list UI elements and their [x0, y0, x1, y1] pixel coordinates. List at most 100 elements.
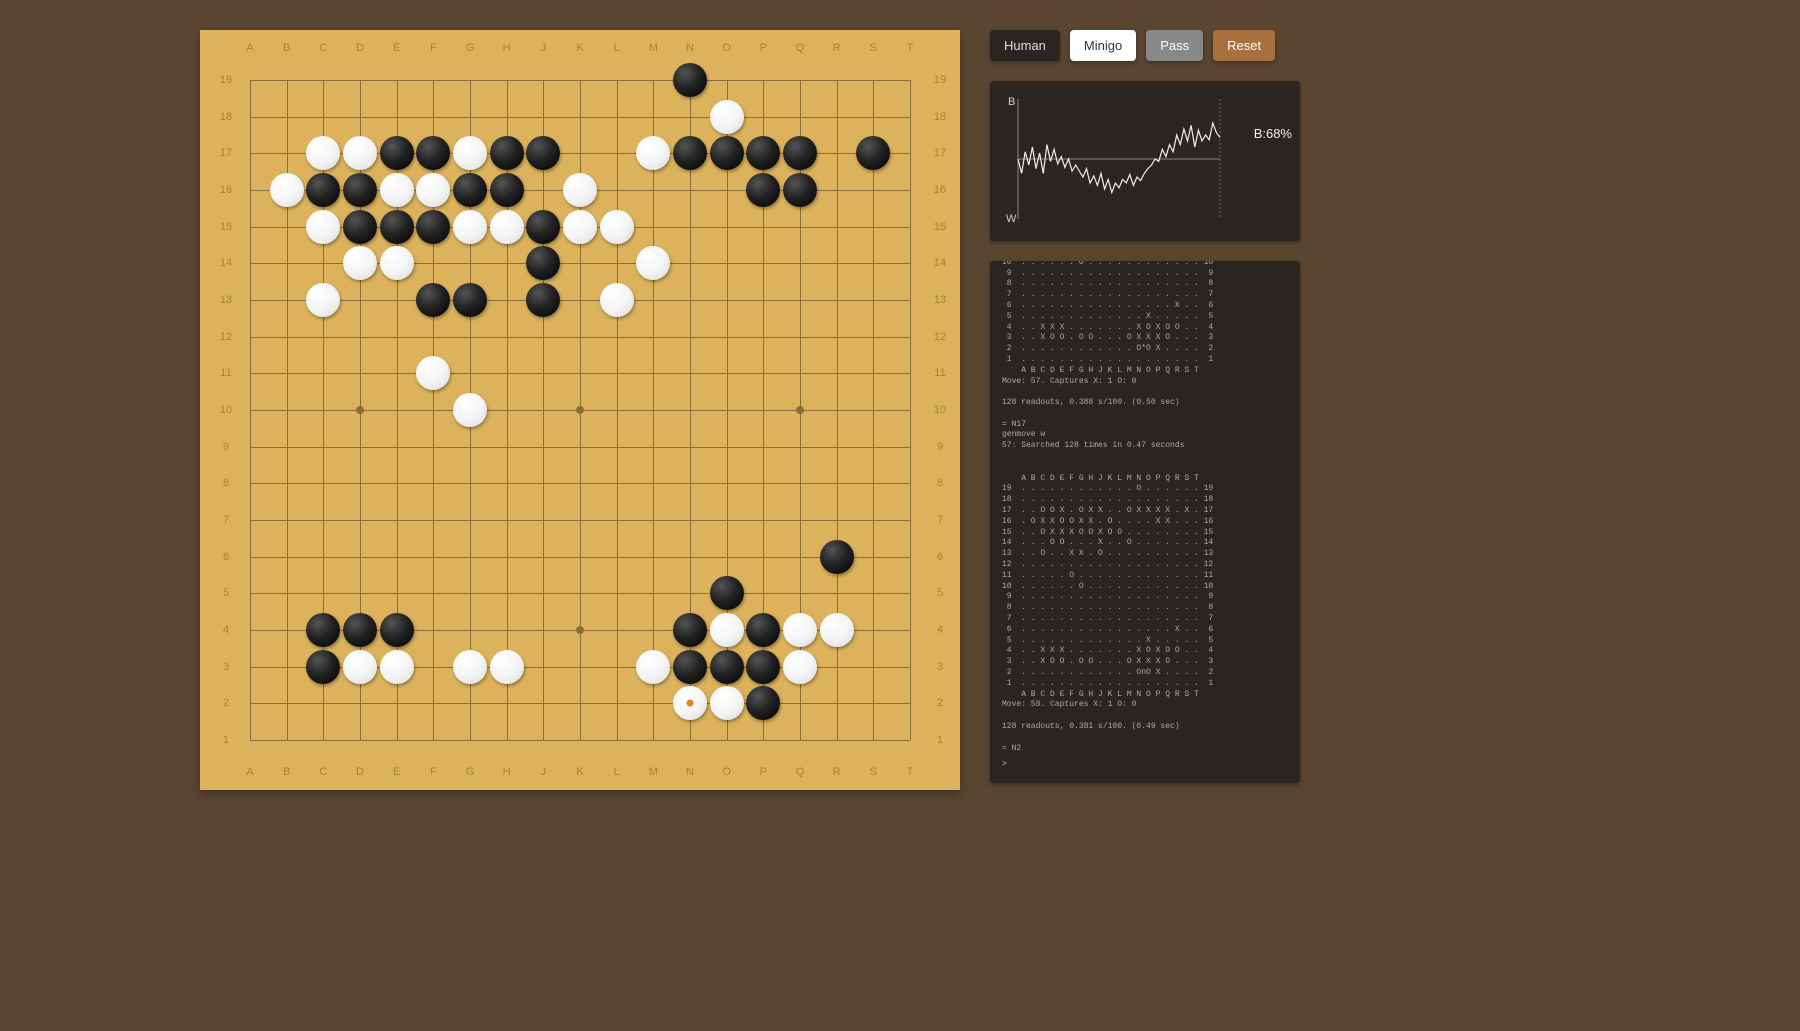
- winrate-value: B:68%: [1254, 126, 1292, 141]
- col-label: S: [863, 766, 883, 778]
- black-stone: [453, 173, 487, 207]
- grid-line: [250, 740, 910, 741]
- col-label: T: [900, 766, 920, 778]
- grid-line: [617, 80, 618, 740]
- black-stone: [746, 613, 780, 647]
- row-label: 3: [930, 661, 950, 673]
- white-stone: [416, 356, 450, 390]
- row-label: 4: [216, 624, 236, 636]
- row-label: 18: [930, 111, 950, 123]
- black-stone: [453, 283, 487, 317]
- col-label: D: [350, 766, 370, 778]
- col-label: D: [350, 42, 370, 54]
- row-label: 11: [216, 367, 236, 379]
- black-stone: [380, 136, 414, 170]
- pass-button[interactable]: Pass: [1146, 30, 1203, 61]
- col-label: T: [900, 42, 920, 54]
- grid-line: [250, 557, 910, 558]
- white-stone: [710, 100, 744, 134]
- black-stone: [820, 540, 854, 574]
- white-stone: [636, 136, 670, 170]
- col-label: L: [607, 766, 627, 778]
- row-label: 12: [930, 331, 950, 343]
- black-stone: [343, 613, 377, 647]
- row-label: 14: [216, 257, 236, 269]
- black-stone: [673, 650, 707, 684]
- go-board[interactable]: AABBCCDDEEFFGGHHJJKKLLMMNNOOPPQQRRSSTT19…: [200, 30, 960, 790]
- col-label: J: [533, 42, 553, 54]
- col-label: M: [643, 42, 663, 54]
- row-label: 15: [216, 221, 236, 233]
- col-label: S: [863, 42, 883, 54]
- white-stone: [453, 393, 487, 427]
- engine-log[interactable]: 1 . . . . . . . . . . . . . . . . . . . …: [990, 261, 1300, 783]
- col-label: H: [497, 766, 517, 778]
- row-label: 17: [216, 147, 236, 159]
- white-stone: [820, 613, 854, 647]
- col-label: K: [570, 42, 590, 54]
- col-label: F: [423, 766, 443, 778]
- col-label: F: [423, 42, 443, 54]
- col-label: O: [717, 766, 737, 778]
- star-point: [356, 406, 364, 414]
- log-prompt: >: [1002, 760, 1292, 771]
- row-label: 1: [216, 734, 236, 746]
- row-label: 5: [216, 587, 236, 599]
- row-label: 8: [930, 477, 950, 489]
- col-label: H: [497, 42, 517, 54]
- black-stone: [710, 576, 744, 610]
- black-stone: [746, 686, 780, 720]
- col-label: R: [827, 766, 847, 778]
- white-stone: [380, 246, 414, 280]
- white-stone: [490, 650, 524, 684]
- white-stone: [563, 173, 597, 207]
- white-stone: [636, 650, 670, 684]
- black-stone: [416, 136, 450, 170]
- white-stone: [710, 613, 744, 647]
- row-label: 19: [930, 74, 950, 86]
- white-stone: [636, 246, 670, 280]
- white-stone: [380, 650, 414, 684]
- col-label: E: [387, 42, 407, 54]
- row-label: 7: [216, 514, 236, 526]
- col-label: J: [533, 766, 553, 778]
- col-label: N: [680, 42, 700, 54]
- grid-line: [250, 593, 910, 594]
- row-label: 5: [930, 587, 950, 599]
- white-stone: [783, 613, 817, 647]
- white-stone: [380, 173, 414, 207]
- grid-line: [873, 80, 874, 740]
- white-stone: [563, 210, 597, 244]
- black-stone: [783, 136, 817, 170]
- col-label: Q: [790, 766, 810, 778]
- svg-text:W: W: [1006, 213, 1017, 225]
- star-point: [576, 406, 584, 414]
- row-label: 7: [930, 514, 950, 526]
- human-button[interactable]: Human: [990, 30, 1060, 61]
- col-label: C: [313, 766, 333, 778]
- white-stone: [306, 210, 340, 244]
- col-label: A: [240, 42, 260, 54]
- white-stone: [343, 136, 377, 170]
- col-label: G: [460, 42, 480, 54]
- white-stone: [600, 210, 634, 244]
- winrate-chart: BW: [1000, 91, 1260, 231]
- col-label: G: [460, 766, 480, 778]
- row-label: 19: [216, 74, 236, 86]
- black-stone: [490, 136, 524, 170]
- grid-line: [653, 80, 654, 740]
- reset-button[interactable]: Reset: [1213, 30, 1275, 61]
- minigo-button[interactable]: Minigo: [1070, 30, 1136, 61]
- row-label: 9: [930, 441, 950, 453]
- white-stone: [453, 136, 487, 170]
- col-label: P: [753, 766, 773, 778]
- col-label: O: [717, 42, 737, 54]
- row-label: 15: [930, 221, 950, 233]
- black-stone: [526, 246, 560, 280]
- col-label: L: [607, 42, 627, 54]
- black-stone: [710, 136, 744, 170]
- row-label: 1: [930, 734, 950, 746]
- black-stone: [710, 650, 744, 684]
- grid-line: [250, 447, 910, 448]
- black-stone: [526, 283, 560, 317]
